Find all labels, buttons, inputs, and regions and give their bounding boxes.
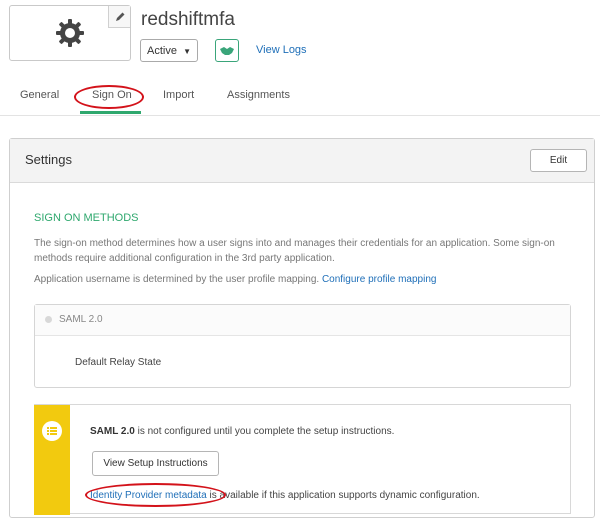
notice-stripe	[34, 405, 70, 515]
tab-import[interactable]: Import	[163, 89, 194, 101]
gear-icon	[56, 19, 84, 47]
app-title: redshiftmfa	[141, 9, 235, 30]
push-status-button[interactable]	[215, 39, 239, 62]
saml-option-label: SAML 2.0	[59, 314, 103, 325]
chevron-down-icon: ▼	[183, 47, 191, 56]
username-text: Application username is determined by th…	[34, 274, 320, 285]
tab-general[interactable]: General	[20, 89, 59, 101]
saml-option-box: SAML 2.0 Default Relay State	[34, 304, 571, 388]
notice-message: SAML 2.0 is not configured until you com…	[90, 426, 394, 437]
settings-title: Settings	[25, 152, 72, 167]
default-relay-state-label: Default Relay State	[75, 357, 162, 368]
sign-on-description: The sign-on method determines how a user…	[34, 238, 555, 264]
status-value: Active	[147, 44, 177, 57]
metadata-text: is available if this application support…	[206, 490, 480, 501]
annotation-circle-sign-on	[74, 85, 144, 109]
settings-header: Settings Edit	[10, 139, 594, 183]
saml-option-header[interactable]: SAML 2.0	[35, 305, 570, 336]
tabs-divider	[0, 115, 600, 116]
tab-assignments[interactable]: Assignments	[227, 89, 290, 101]
list-icon	[42, 421, 62, 441]
username-mapping-text: Application username is determined by th…	[34, 274, 436, 285]
notice-bold: SAML 2.0	[90, 426, 135, 437]
app-logo	[9, 5, 131, 61]
edit-logo-button[interactable]	[108, 6, 130, 28]
pencil-icon	[115, 12, 124, 21]
handshake-icon	[220, 46, 234, 55]
edit-button[interactable]: Edit	[530, 149, 587, 172]
view-setup-instructions-button[interactable]: View Setup Instructions	[92, 451, 219, 476]
status-dropdown[interactable]: Active ▼	[140, 39, 198, 62]
notice-body: is not configured until you complete the…	[134, 426, 395, 437]
view-logs-link[interactable]: View Logs	[256, 44, 307, 56]
saml-radio-button[interactable]	[45, 316, 52, 323]
configure-profile-mapping-link[interactable]: Configure profile mapping	[322, 274, 437, 285]
active-tab-indicator	[80, 111, 141, 114]
annotation-circle-metadata	[85, 483, 226, 507]
section-title: SIGN ON METHODS	[34, 212, 139, 224]
